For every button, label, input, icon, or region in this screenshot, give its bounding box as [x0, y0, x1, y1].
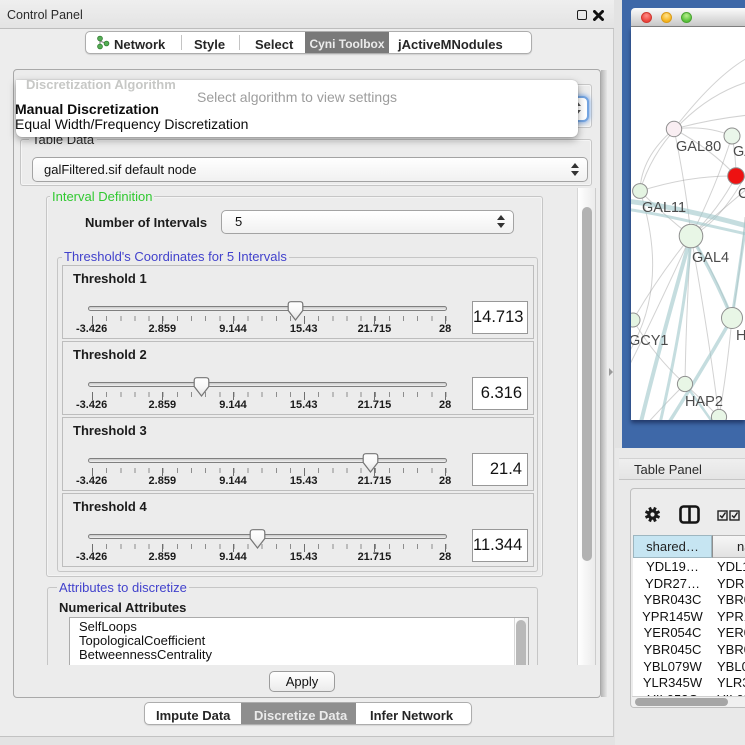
- svg-text:GA: GA: [733, 144, 745, 160]
- svg-text:C: C: [738, 186, 745, 202]
- svg-text:H: H: [736, 328, 745, 344]
- svg-text:GAL4: GAL4: [692, 250, 729, 266]
- svg-text:GAL11: GAL11: [642, 200, 686, 216]
- svg-text:HAP2: HAP2: [685, 394, 723, 410]
- svg-text:GCY1: GCY1: [631, 333, 669, 349]
- svg-text:GAL80: GAL80: [676, 139, 721, 155]
